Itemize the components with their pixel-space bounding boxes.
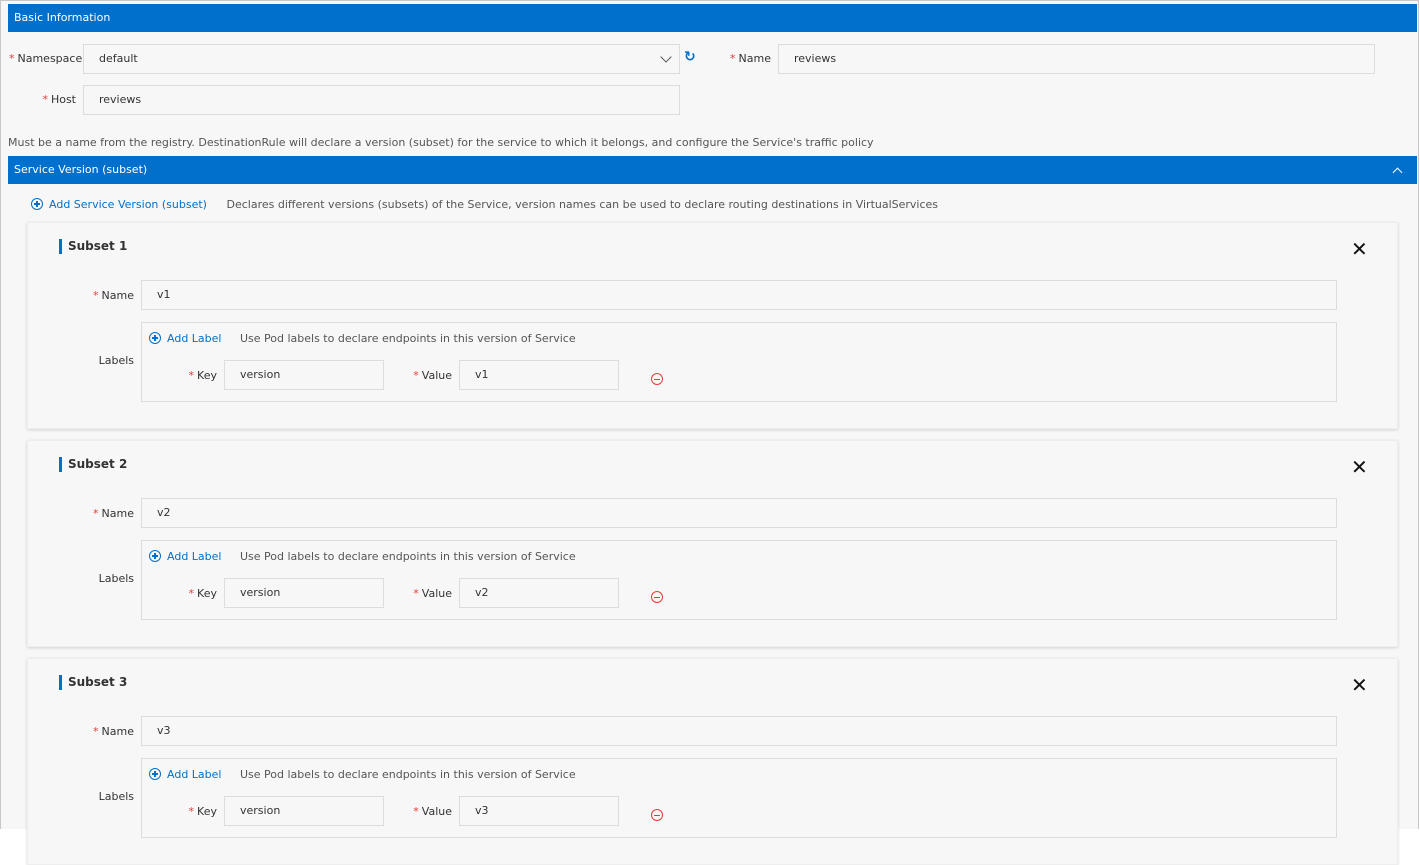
- subset-card: Subset 1 ✕ * Name v1 Labels Add Label Use…: [27, 222, 1398, 429]
- host-label: * Host: [42, 93, 76, 106]
- add-label-help: Use Pod labels to declare endpoints in t…: [239, 332, 576, 345]
- label-key-input[interactable]: version: [224, 796, 384, 826]
- subset-title: Subset 1: [59, 239, 127, 254]
- label-value-input[interactable]: v2: [459, 578, 619, 608]
- subset-name-label: * Name: [93, 725, 134, 738]
- namespace-label: * Namespace: [9, 52, 83, 65]
- remove-label-icon[interactable]: [651, 591, 663, 603]
- add-label-help: Use Pod labels to declare endpoints in t…: [239, 768, 576, 781]
- value-label: * Value: [413, 805, 452, 818]
- section-title: Basic Information: [14, 11, 111, 24]
- label-value-input[interactable]: v1: [459, 360, 619, 390]
- host-help-text: Must be a name from the registry. Destin…: [8, 136, 874, 149]
- labels-box: Add Label Use Pod labels to declare endp…: [141, 758, 1337, 838]
- subset-title: Subset 3: [59, 675, 127, 690]
- close-icon[interactable]: ✕: [1351, 675, 1368, 695]
- remove-label-icon[interactable]: [651, 373, 663, 385]
- add-service-help: Declares different versions (subsets) of…: [226, 198, 939, 211]
- subset-name-input[interactable]: v1: [141, 280, 1337, 310]
- labels-label: Labels: [98, 790, 134, 803]
- close-icon[interactable]: ✕: [1351, 457, 1368, 477]
- host-input[interactable]: reviews: [83, 85, 680, 115]
- subset-name-label: * Name: [93, 507, 134, 520]
- subset-name-input[interactable]: v3: [141, 716, 1337, 746]
- add-label-button[interactable]: Add Label: [149, 332, 221, 345]
- labels-label: Labels: [98, 572, 134, 585]
- add-label-button[interactable]: Add Label: [149, 768, 221, 781]
- subset-title: Subset 2: [59, 457, 127, 472]
- close-icon[interactable]: ✕: [1351, 239, 1368, 259]
- subset-name-input[interactable]: v2: [141, 498, 1337, 528]
- label-key-input[interactable]: version: [224, 360, 384, 390]
- key-label: * Key: [188, 587, 217, 600]
- section-title: Service Version (subset): [14, 163, 148, 176]
- subset-card: Subset 3 ✕ * Name v3 Labels Add Label Use…: [27, 658, 1398, 865]
- label-key-input[interactable]: version: [224, 578, 384, 608]
- plus-circle-icon: [149, 550, 161, 562]
- key-label: * Key: [188, 369, 217, 382]
- subset-name-label: * Name: [93, 289, 134, 302]
- labels-box: Add Label Use Pod labels to declare endp…: [141, 322, 1337, 402]
- namespace-select[interactable]: default: [83, 44, 680, 74]
- plus-circle-icon: [149, 332, 161, 344]
- labels-label: Labels: [98, 354, 134, 367]
- form-panel: Basic Information * Namespace default ↻ *…: [0, 0, 1419, 865]
- service-version-header[interactable]: Service Version (subset): [8, 156, 1417, 184]
- add-service-version-button[interactable]: Add Service Version (subset): [31, 198, 207, 211]
- value-label: * Value: [413, 369, 452, 382]
- remove-label-icon[interactable]: [651, 809, 663, 821]
- add-label-help: Use Pod labels to declare endpoints in t…: [239, 550, 576, 563]
- add-label-button[interactable]: Add Label: [149, 550, 221, 563]
- labels-box: Add Label Use Pod labels to declare endp…: [141, 540, 1337, 620]
- label-value-input[interactable]: v3: [459, 796, 619, 826]
- chevron-down-icon: [660, 51, 672, 63]
- plus-circle-icon: [149, 768, 161, 780]
- chevron-up-icon[interactable]: [1392, 167, 1403, 178]
- key-label: * Key: [188, 805, 217, 818]
- name-input[interactable]: reviews: [778, 44, 1375, 74]
- basic-info-header: Basic Information: [8, 4, 1417, 32]
- plus-circle-icon: [31, 198, 43, 210]
- value-label: * Value: [413, 587, 452, 600]
- name-label: * Name: [730, 52, 771, 65]
- subset-card: Subset 2 ✕ * Name v2 Labels Add Label Use…: [27, 440, 1398, 647]
- refresh-icon[interactable]: ↻: [684, 50, 696, 64]
